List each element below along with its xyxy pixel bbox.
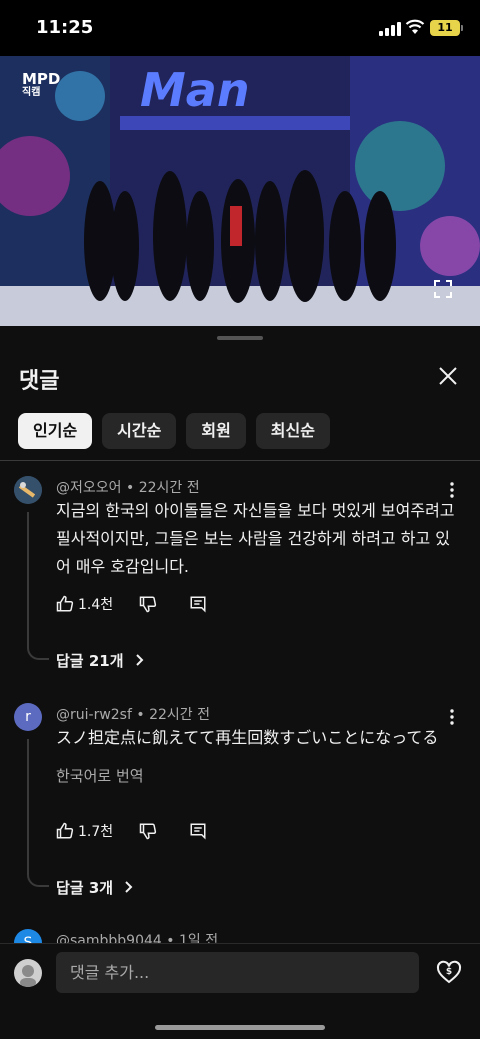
channel-logo-sub: 직캠 — [22, 87, 41, 98]
comment-time: 22시간 전 — [149, 707, 210, 723]
filter-chip-popular[interactable]: 인기순 — [18, 413, 93, 449]
status-time: 11:25 — [36, 17, 94, 38]
comment-actions: 1.7천 — [56, 819, 207, 843]
close-icon[interactable] — [436, 364, 460, 388]
comment-author[interactable]: @저오오어 — [56, 480, 122, 496]
comment-actions: 1.4천 — [56, 592, 207, 616]
reply-icon[interactable] — [189, 595, 207, 613]
fullscreen-icon[interactable] — [434, 280, 452, 298]
replies-label: 답글 3개 — [56, 879, 114, 897]
view-replies-button[interactable]: 답글 21개 — [56, 650, 145, 671]
like-count: 1.4천 — [78, 597, 114, 613]
dislike-icon[interactable] — [139, 595, 157, 613]
filter-chips: 인기순 시간순 회원 최신순 — [18, 413, 330, 449]
avatar-image — [14, 476, 42, 504]
video-player[interactable]: Man MPD 직캠 — [0, 56, 480, 326]
comment-composer-bar: $ — [0, 943, 480, 1039]
comment-meta: @rui-rw2sf • 22시간 전 — [56, 704, 210, 724]
replies-label: 답글 21개 — [56, 652, 124, 670]
like-count: 1.7천 — [78, 824, 114, 840]
comment-time: 22시간 전 — [138, 480, 200, 496]
home-indicator — [155, 1025, 325, 1030]
comment-text: 지금의 한국의 아이돌들은 자신들을 보다 멋있게 보여주려고 필사적이지만, … — [56, 501, 455, 576]
translate-link[interactable]: 한국어로 번역 — [56, 765, 144, 786]
avatar-letter: r — [25, 709, 31, 725]
dislike-icon[interactable] — [139, 822, 157, 840]
filter-chip-timed[interactable]: 시간순 — [102, 413, 177, 449]
like-icon[interactable] — [56, 595, 74, 613]
reply-thread-line — [27, 512, 49, 660]
like-icon[interactable] — [56, 822, 74, 840]
status-bar: 11:25 11 — [0, 0, 480, 56]
comment-text: スノ担定点に飢えてて再生回数すごいことになってる — [56, 728, 439, 747]
wifi-icon — [405, 19, 425, 34]
reply-thread-line — [27, 739, 49, 887]
avatar[interactable] — [14, 476, 42, 504]
user-avatar — [14, 959, 42, 987]
comments-title: 댓글 — [19, 369, 60, 394]
svg-text:$: $ — [446, 967, 452, 977]
reply-icon[interactable] — [189, 822, 207, 840]
cellular-signal-icon — [379, 22, 401, 36]
channel-logo: MPD 직캠 — [22, 72, 60, 100]
drag-handle[interactable] — [217, 336, 263, 340]
user-avatar-image — [14, 959, 42, 987]
battery-tip — [461, 25, 463, 31]
chevron-right-icon — [125, 881, 133, 893]
add-comment-input[interactable] — [56, 952, 419, 993]
comments-sheet: 댓글 인기순 시간순 회원 최신순 @저오오어 • 22시간 전 지금의 한국의… — [0, 326, 480, 1039]
view-replies-button[interactable]: 답글 3개 — [56, 877, 134, 898]
avatar[interactable]: r — [14, 703, 42, 731]
svg-text:Man: Man — [140, 63, 250, 117]
meta-separator: • — [136, 707, 150, 723]
filter-chip-newest[interactable]: 최신순 — [255, 413, 330, 449]
comment-meta: @저오오어 • 22시간 전 — [56, 477, 200, 497]
meta-separator: • — [125, 480, 139, 496]
battery-indicator: 11 — [430, 20, 460, 36]
video-frame: Man — [0, 56, 480, 326]
comment-author[interactable]: @rui-rw2sf — [56, 707, 132, 723]
filter-chip-members[interactable]: 회원 — [186, 413, 246, 449]
super-thanks-icon[interactable]: $ — [436, 959, 462, 985]
divider — [0, 460, 480, 461]
chevron-right-icon — [136, 654, 144, 666]
